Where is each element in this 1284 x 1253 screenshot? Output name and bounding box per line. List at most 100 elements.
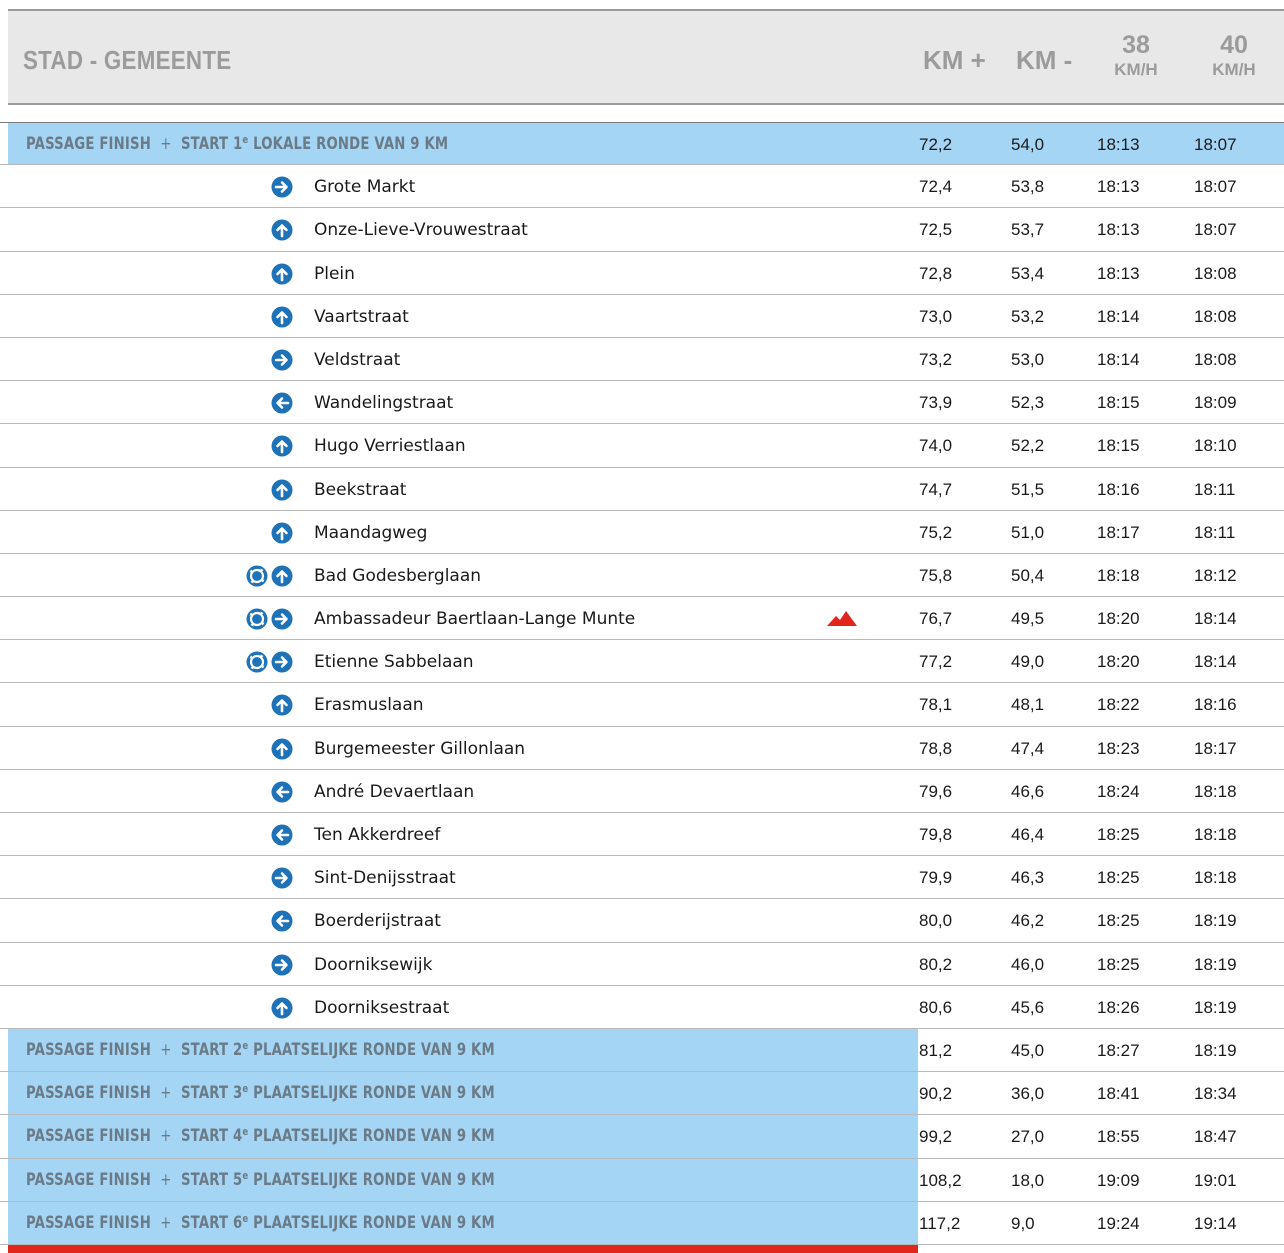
km-minus-cell: 52,2 bbox=[1011, 436, 1045, 456]
header-speed-40-unit: KM/H bbox=[1212, 60, 1256, 79]
arrow-right-icon bbox=[271, 954, 293, 976]
band-passage-text: PASSAGE FINISH bbox=[26, 1083, 151, 1104]
arrow-up-icon bbox=[271, 565, 293, 587]
direction-icons bbox=[271, 954, 293, 976]
direction-icons bbox=[271, 694, 293, 716]
route-row: Erasmuslaan 78,1 48,1 18:22 18:16 bbox=[0, 683, 1284, 727]
time-38-cell: 18:27 bbox=[1097, 1040, 1140, 1060]
time-40-cell: 18:17 bbox=[1194, 738, 1237, 758]
header-title: STAD - GEMEENTE bbox=[23, 45, 232, 75]
street-name: Beekstraat bbox=[314, 479, 407, 500]
arrow-left-icon bbox=[271, 910, 293, 932]
arrow-up-icon bbox=[271, 694, 293, 716]
band-label: PASSAGE FINISH + START 4e PLAATSELIJKE RON… bbox=[26, 1125, 495, 1146]
route-row: Boerderijstraat 80,0 46,2 18:25 18:19 bbox=[0, 899, 1284, 943]
street-name: Veldstraat bbox=[314, 349, 401, 370]
header-speed-38-value: 38 bbox=[1122, 31, 1150, 59]
band-plus-sign: + bbox=[160, 1212, 172, 1233]
street-name: Doorniksestraat bbox=[314, 997, 450, 1018]
time-40-cell: 18:11 bbox=[1194, 522, 1236, 542]
street-name: Vaartstraat bbox=[314, 306, 409, 327]
direction-icons bbox=[271, 263, 293, 285]
band-ordinal: 1 bbox=[232, 134, 243, 154]
passage-band: PASSAGE FINISH + START 1e LOKALE RONDE VAN… bbox=[8, 123, 1284, 165]
km-plus-cell: 81,2 bbox=[919, 1040, 953, 1060]
time-38-cell: 18:13 bbox=[1097, 135, 1140, 154]
band-start-text: START bbox=[180, 134, 233, 154]
km-plus-cell: 99,2 bbox=[919, 1127, 953, 1147]
band-passage-text: PASSAGE FINISH bbox=[26, 1212, 151, 1233]
km-plus-cell: 75,2 bbox=[919, 522, 953, 542]
band-ordinal: 2 bbox=[232, 1039, 243, 1060]
km-plus-cell: 78,8 bbox=[919, 738, 953, 758]
km-minus-cell: 54,0 bbox=[1011, 135, 1045, 154]
band-label: PASSAGE FINISH + START 5e PLAATSELIJKE RON… bbox=[26, 1169, 495, 1190]
time-40-cell: 18:19 bbox=[1194, 997, 1237, 1017]
arrow-up-icon bbox=[271, 522, 293, 544]
route-row: Wandelingstraat 73,9 52,3 18:15 18:09 bbox=[0, 381, 1284, 425]
direction-icons bbox=[246, 608, 293, 630]
km-minus-cell: 45,0 bbox=[1011, 1040, 1045, 1060]
time-40-cell: 18:08 bbox=[1194, 306, 1237, 326]
direction-icons bbox=[271, 392, 293, 414]
time-38-cell: 18:24 bbox=[1097, 781, 1140, 801]
route-row: Plein 72,8 53,4 18:13 18:08 bbox=[0, 252, 1284, 295]
time-38-cell: 18:41 bbox=[1097, 1084, 1140, 1104]
route-row: Maandagweg 75,2 51,0 18:17 18:11 bbox=[0, 511, 1284, 554]
passage-row: PASSAGE FINISH + START 5e PLAATSELIJKE RON… bbox=[0, 1158, 1284, 1202]
km-minus-cell: 46,0 bbox=[1011, 954, 1045, 974]
km-plus-cell: 80,0 bbox=[919, 911, 953, 931]
band-start-text: START bbox=[180, 1212, 233, 1233]
roundabout-icon bbox=[246, 565, 268, 587]
street-name: Boerderijstraat bbox=[314, 911, 441, 932]
band-label: PASSAGE FINISH + START 6e PLAATSELIJKE RON… bbox=[26, 1212, 495, 1233]
time-38-cell: 19:24 bbox=[1097, 1213, 1140, 1233]
band-ordinal: 4 bbox=[232, 1126, 243, 1147]
time-38-cell: 18:55 bbox=[1097, 1127, 1140, 1147]
time-40-cell: 18:34 bbox=[1194, 1084, 1237, 1104]
street-name: Doorniksewijk bbox=[314, 954, 433, 975]
km-minus-cell: 51,5 bbox=[1011, 479, 1045, 499]
band-ordinal: 3 bbox=[232, 1083, 243, 1104]
band-plus-sign: + bbox=[160, 1169, 172, 1190]
street-name: Ten Akkerdreef bbox=[314, 825, 441, 845]
band-rest-text: PLAATSELIJKE RONDE VAN 9 KM bbox=[248, 1126, 495, 1147]
route-row: Beekstraat 74,7 51,5 18:16 18:11 bbox=[0, 468, 1284, 511]
time-38-cell: 18:13 bbox=[1097, 177, 1140, 197]
band-rest-text: LOKALE RONDE VAN 9 KM bbox=[248, 134, 449, 154]
street-name: Hugo Verriestlaan bbox=[314, 436, 466, 457]
direction-icons bbox=[271, 738, 293, 760]
km-plus-cell: 72,8 bbox=[919, 263, 953, 283]
km-plus-cell: 75,8 bbox=[919, 565, 953, 585]
direction-icons bbox=[271, 176, 293, 198]
time-38-cell: 18:15 bbox=[1097, 393, 1140, 413]
street-name: Grote Markt bbox=[314, 177, 416, 198]
arrow-right-icon bbox=[271, 176, 293, 198]
time-40-cell: 18:19 bbox=[1194, 911, 1237, 931]
km-minus-cell: 50,4 bbox=[1011, 565, 1045, 585]
km-plus-cell: 74,7 bbox=[919, 479, 953, 499]
time-38-cell: 18:20 bbox=[1097, 609, 1140, 629]
street-name: André Devaertlaan bbox=[314, 781, 475, 802]
direction-icons bbox=[246, 565, 293, 587]
arrow-left-icon bbox=[271, 781, 293, 803]
direction-icons bbox=[271, 867, 293, 889]
arrow-up-icon bbox=[271, 479, 293, 500]
time-38-cell: 19:09 bbox=[1097, 1170, 1140, 1190]
time-40-cell: 18:14 bbox=[1194, 652, 1237, 672]
route-table: PASSAGE FINISH + START 1e LOKALE RONDE VAN… bbox=[0, 122, 1284, 1253]
time-40-cell: 18:08 bbox=[1194, 349, 1237, 369]
route-row: Etienne Sabbelaan 77,2 49,0 18:20 18:14 bbox=[0, 640, 1284, 684]
km-minus-cell: 52,3 bbox=[1011, 393, 1045, 413]
km-plus-cell: 73,0 bbox=[919, 306, 953, 326]
header-speed-38-unit: KM/H bbox=[1114, 60, 1158, 79]
route-row: Doorniksestraat 80,6 45,6 18:26 18:19 bbox=[0, 986, 1284, 1029]
km-minus-cell: 47,4 bbox=[1011, 738, 1045, 758]
km-minus-cell: 53,7 bbox=[1011, 220, 1045, 240]
km-minus-cell: 53,8 bbox=[1011, 177, 1045, 197]
band-start-text: START bbox=[180, 1083, 233, 1104]
km-minus-cell: 45,6 bbox=[1011, 997, 1045, 1017]
band-start-text: START bbox=[180, 1126, 233, 1147]
km-plus-cell: 77,2 bbox=[919, 652, 953, 672]
street-name: Sint-Denijsstraat bbox=[314, 868, 456, 889]
